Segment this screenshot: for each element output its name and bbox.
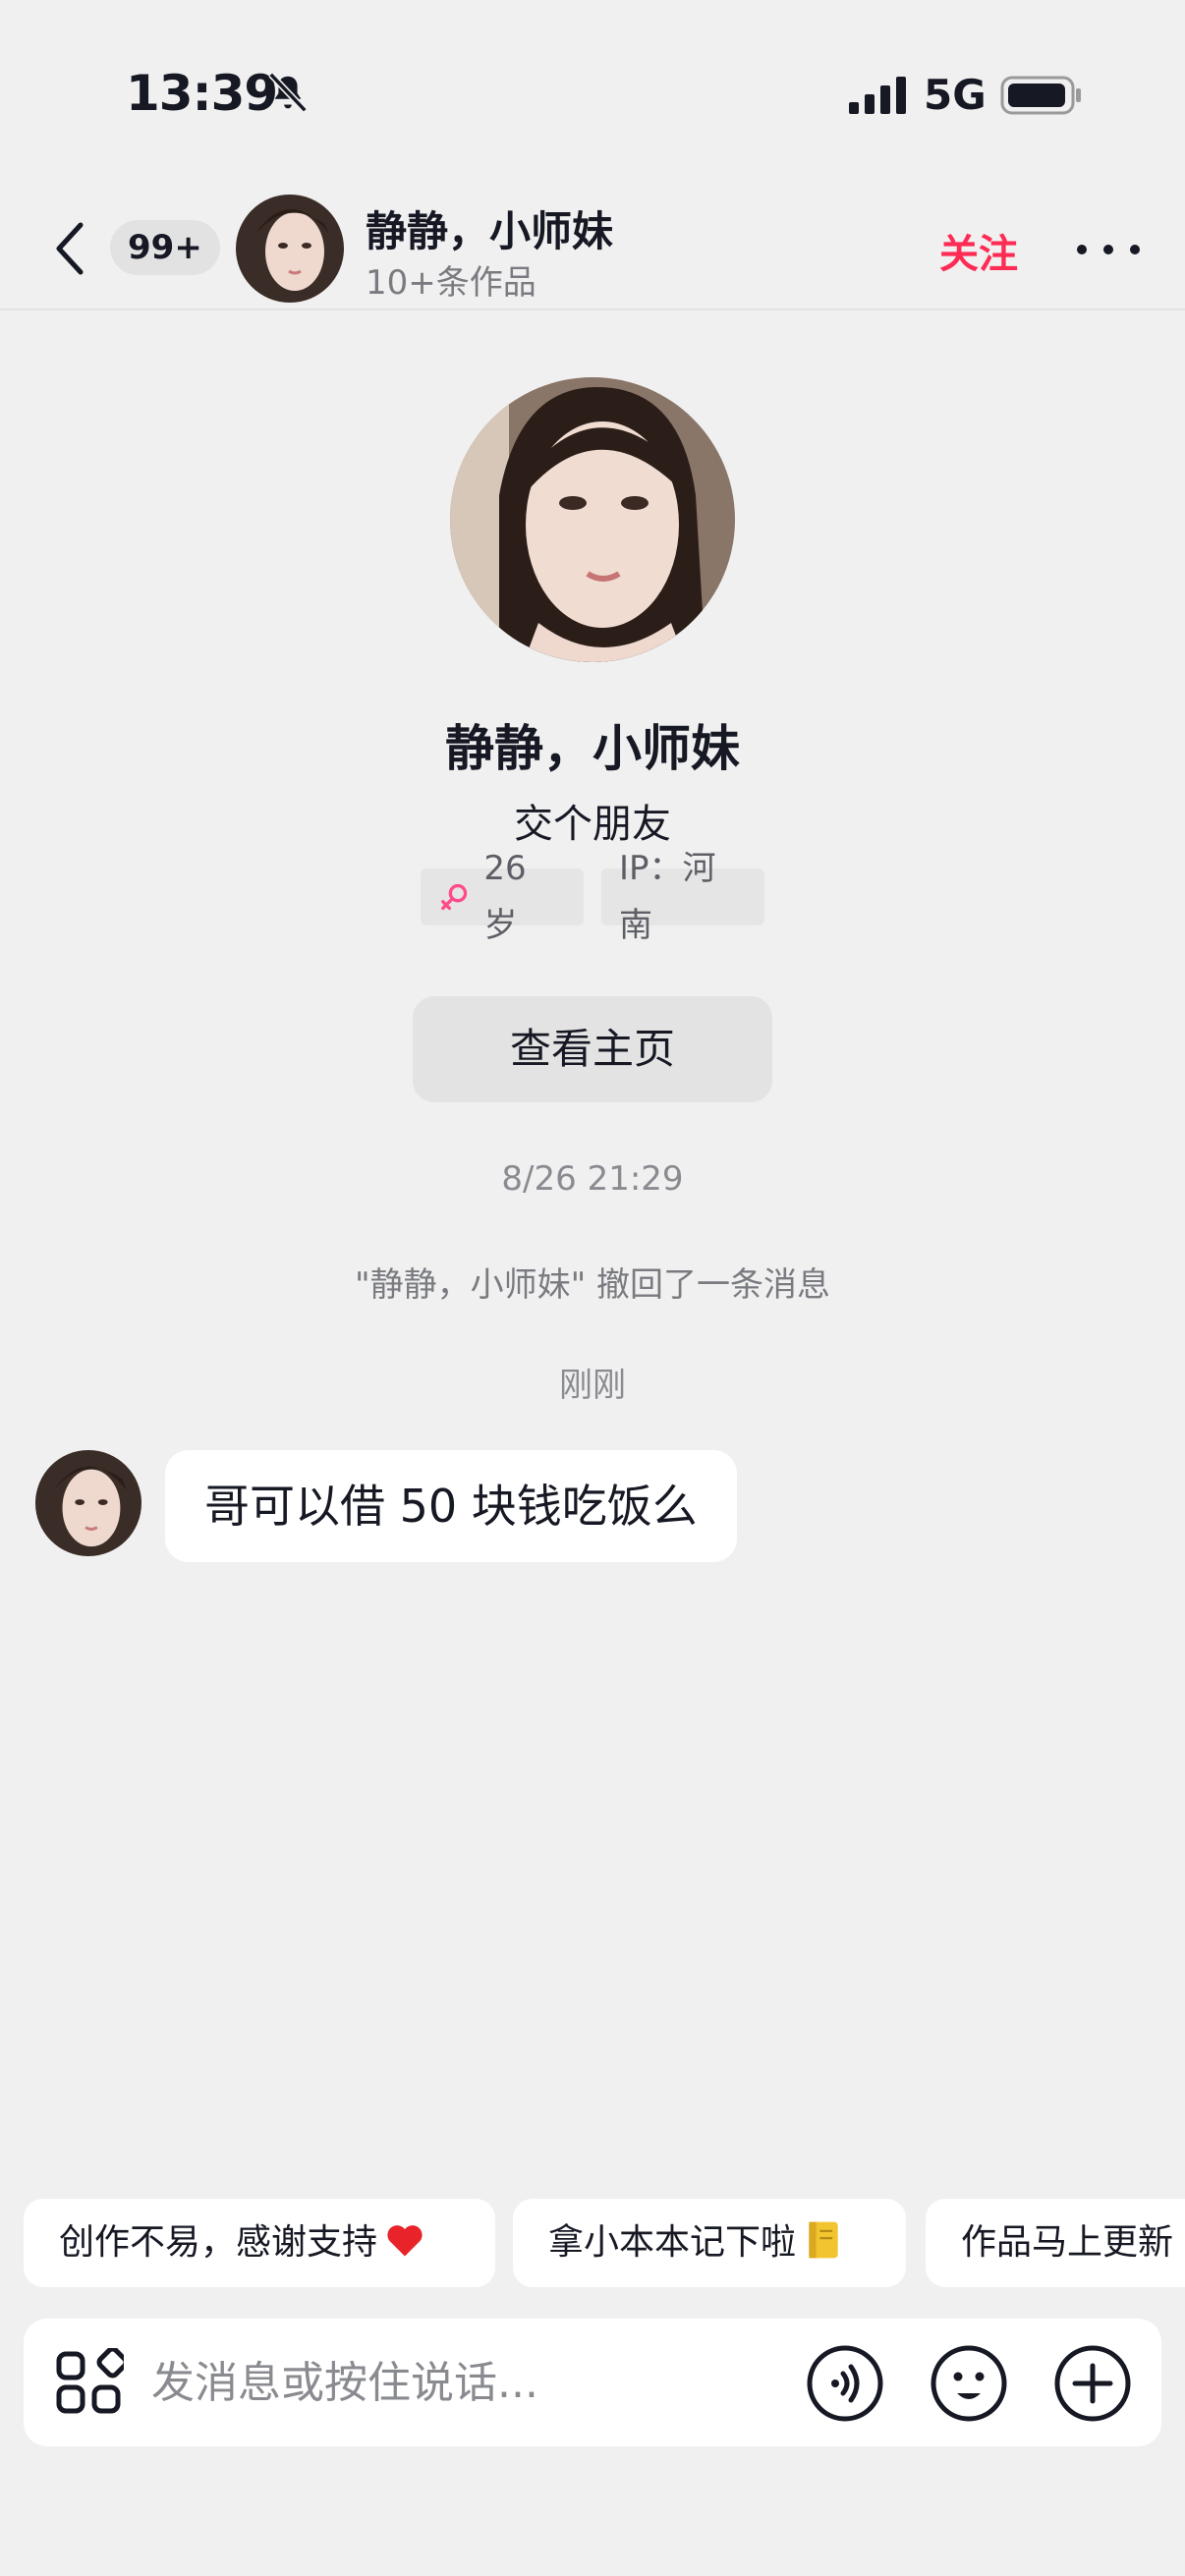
plus-icon[interactable]: [1053, 2344, 1132, 2423]
avatar-image: [450, 377, 735, 662]
network-label: 5G: [924, 71, 987, 119]
avatar-image: [35, 1450, 141, 1556]
message-input-bar: [24, 2319, 1161, 2446]
incoming-message-bubble[interactable]: 哥可以借 50 块钱吃饭么: [165, 1450, 737, 1562]
signal-icon: [849, 77, 906, 114]
apps-icon[interactable]: [55, 2348, 124, 2417]
profile-name: 静静，小师妹: [445, 720, 740, 777]
header-name: 静静，小师妹: [366, 207, 614, 255]
quick-reply-chip[interactable]: 创作不易，感谢支持: [24, 2199, 495, 2287]
quick-reply-label: 作品马上更新: [961, 2222, 1174, 2263]
female-icon: [441, 883, 468, 911]
recall-notice: "静静，小师妹" 撤回了一条消息: [354, 1265, 831, 1305]
message-timestamp: 8/26 21:29: [501, 1159, 684, 1199]
message-input[interactable]: [151, 2338, 780, 2427]
quick-reply-label: 拿小本本记下啦: [548, 2222, 797, 2263]
unread-badge[interactable]: 99+: [110, 220, 220, 275]
back-button[interactable]: [43, 216, 96, 281]
view-profile-button[interactable]: 查看主页: [413, 996, 772, 1102]
more-dots-icon[interactable]: [1077, 232, 1140, 267]
profile-bio: 交个朋友: [514, 802, 671, 847]
follow-button[interactable]: 关注: [939, 222, 1018, 279]
sender-avatar[interactable]: [35, 1450, 141, 1556]
chat-header: 99+ 静静，小师妹 10+条作品 关注: [0, 187, 1185, 310]
profile-avatar[interactable]: [450, 377, 735, 662]
age-tag: 26 岁: [421, 849, 584, 945]
heart-icon: [387, 2225, 423, 2257]
message-timestamp: 刚刚: [559, 1366, 626, 1405]
quick-reply-chip[interactable]: 拿小本本记下啦: [513, 2199, 906, 2287]
avatar-image: [236, 195, 344, 303]
ip-label: IP：河南: [619, 849, 716, 945]
age-label: 26 岁: [483, 849, 527, 945]
status-time: 13:39: [126, 65, 278, 122]
header-works-count: 10+条作品: [366, 263, 536, 303]
quick-reply-chip[interactable]: 作品马上更新: [926, 2199, 1185, 2287]
ip-tag: IP：河南: [601, 849, 764, 945]
emoji-icon[interactable]: [930, 2344, 1008, 2423]
bell-slash-icon: [268, 72, 308, 113]
voice-icon[interactable]: [806, 2344, 884, 2423]
quick-reply-label: 创作不易，感谢支持: [59, 2222, 378, 2263]
header-avatar[interactable]: [236, 195, 344, 303]
battery-icon: [1000, 76, 1081, 115]
notebook-icon: [809, 2221, 838, 2259]
chat-screen: 13:39 5G 99+ 静静，小师妹 10+条作品 关注 静静，小师妹 交个朋…: [0, 0, 1185, 2576]
chevron-left-icon: [56, 222, 84, 275]
